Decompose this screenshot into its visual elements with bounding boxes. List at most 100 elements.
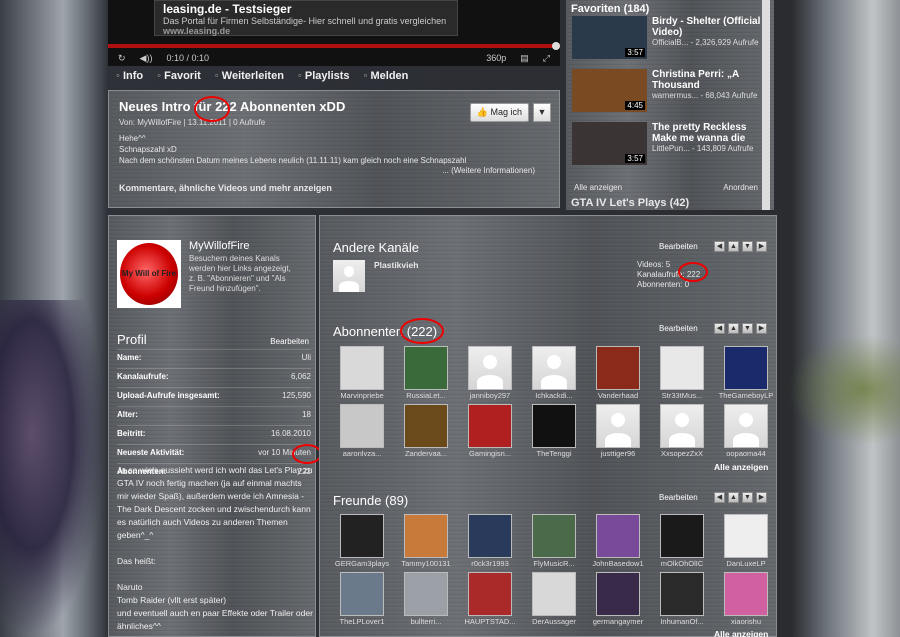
user-name[interactable]: bullterri... (397, 617, 455, 626)
user-name[interactable]: Tammy100131 (397, 559, 455, 568)
progress-bar[interactable] (108, 42, 560, 50)
user-avatar[interactable] (660, 514, 704, 558)
user-avatar[interactable] (532, 404, 576, 448)
user-avatar[interactable] (404, 404, 448, 448)
widescreen-icon[interactable]: ▤ (520, 53, 529, 64)
user-name[interactable]: Zandervaa... (397, 449, 455, 458)
subscriber-item[interactable]: oopaoma44 (717, 404, 775, 458)
favorites-header[interactable]: Favoriten (184) (566, 0, 774, 16)
user-avatar-placeholder[interactable] (532, 346, 576, 390)
ad-url[interactable]: www.leasing.de (163, 26, 449, 36)
user-avatar[interactable] (724, 346, 768, 390)
ad-overlay[interactable]: leasing.de - Testsieger Das Portal für F… (154, 0, 458, 36)
favorite-video-item[interactable]: 3:57 Birdy - Shelter (Official Video) Of… (572, 16, 764, 59)
pager-down-icon[interactable]: ▼ (742, 492, 753, 503)
user-avatar[interactable] (340, 514, 384, 558)
subscribers-edit[interactable]: Bearbeiten (659, 324, 698, 333)
pager-down-icon[interactable]: ▼ (742, 241, 753, 252)
user-avatar[interactable] (660, 346, 704, 390)
subscriber-item[interactable]: aaronlvza... (333, 404, 391, 458)
friend-item[interactable]: r0ck3r1993 (461, 514, 519, 568)
user-name[interactable]: r0ck3r1993 (461, 559, 519, 568)
user-avatar[interactable] (724, 572, 768, 616)
subscriber-item[interactable]: Gamingisn... (461, 404, 519, 458)
other-channel-avatar[interactable] (333, 260, 365, 292)
profile-edit-link[interactable]: Bearbeiten (270, 337, 309, 346)
pager-next-icon[interactable]: ▶ (756, 241, 767, 252)
user-name[interactable]: RussiaLet... (397, 391, 455, 400)
subscriber-item[interactable]: XxsopezZxX (653, 404, 711, 458)
user-avatar-placeholder[interactable] (596, 404, 640, 448)
friend-item[interactable]: DerAussager (525, 572, 583, 626)
user-avatar[interactable] (404, 572, 448, 616)
user-name[interactable]: XxsopezZxX (653, 449, 711, 458)
user-name[interactable]: Ichkackdi... (525, 391, 583, 400)
user-avatar[interactable] (468, 404, 512, 448)
tab-melden[interactable]: Melden (364, 70, 409, 88)
user-avatar[interactable] (340, 572, 384, 616)
favorite-video-item[interactable]: 3:57 The pretty Reckless Make me wanna d… (572, 122, 764, 165)
user-avatar[interactable] (596, 514, 640, 558)
pager-prev-icon[interactable]: ◀ (714, 492, 725, 503)
friend-item[interactable]: FlyMusicR... (525, 514, 583, 568)
other-channels-edit[interactable]: Bearbeiten (659, 242, 698, 251)
favorite-title[interactable]: The pretty Reckless Make me wanna die (652, 122, 764, 144)
user-avatar[interactable] (468, 514, 512, 558)
friend-item[interactable]: xiaorishu (717, 572, 775, 626)
user-name[interactable]: DerAussager (525, 617, 583, 626)
replay-icon[interactable]: ↻ (118, 53, 126, 64)
channel-name[interactable]: MyWillofFire (189, 240, 250, 252)
user-avatar[interactable] (340, 346, 384, 390)
user-name[interactable]: HAUPTSTAD... (461, 617, 519, 626)
friend-item[interactable]: InhumanOf... (653, 572, 711, 626)
user-name[interactable]: DanLuxeLP (717, 559, 775, 568)
video-player[interactable]: leasing.de - Testsieger Das Portal für F… (108, 0, 560, 66)
scrollbar[interactable] (762, 0, 770, 210)
user-name[interactable]: justtiger96 (589, 449, 647, 458)
favorite-thumbnail[interactable]: 3:57 (572, 16, 647, 59)
user-name[interactable]: GERGam3plays (333, 559, 391, 568)
user-avatar[interactable] (660, 572, 704, 616)
friend-item[interactable]: mOlkOhOlIC (653, 514, 711, 568)
user-avatar[interactable] (532, 572, 576, 616)
friend-item[interactable]: GERGam3plays (333, 514, 391, 568)
playlist-header[interactable]: GTA IV Let's Plays (42) (571, 197, 689, 209)
friend-item[interactable]: germangaymer (589, 572, 647, 626)
user-name[interactable]: Vanderhaad (589, 391, 647, 400)
friends-edit[interactable]: Bearbeiten (659, 493, 698, 502)
user-name[interactable]: aaronlvza... (333, 449, 391, 458)
friend-item[interactable]: DanLuxeLP (717, 514, 775, 568)
friends-show-all[interactable]: Alle anzeigen (714, 629, 768, 637)
subscriber-item[interactable]: TheTenggi (525, 404, 583, 458)
pager-next-icon[interactable]: ▶ (756, 492, 767, 503)
user-name[interactable]: Marvinpriebe (333, 391, 391, 400)
favorite-video-item[interactable]: 4:45 Christina Perri: „A Thousand warner… (572, 69, 764, 112)
subscriber-item[interactable]: TheGameboyLP (717, 346, 775, 400)
user-avatar[interactable] (468, 572, 512, 616)
more-info-link[interactable]: ... (Weitere Informationen) (119, 166, 535, 175)
tab-playlists[interactable]: Playlists (298, 70, 350, 88)
user-name[interactable]: xiaorishu (717, 617, 775, 626)
subscriber-item[interactable]: Ichkackdi... (525, 346, 583, 400)
pager-up-icon[interactable]: ▲ (728, 492, 739, 503)
pager-up-icon[interactable]: ▲ (728, 241, 739, 252)
tab-favorit[interactable]: Favorit (157, 70, 201, 88)
user-name[interactable]: TheLPLover1 (333, 617, 391, 626)
subscribers-show-all[interactable]: Alle anzeigen (714, 462, 768, 472)
subscriber-item[interactable]: RussiaLet... (397, 346, 455, 400)
friend-item[interactable]: bullterri... (397, 572, 455, 626)
other-channel-name[interactable]: Plastikvieh (374, 260, 418, 270)
favorite-title[interactable]: Christina Perri: „A Thousand (652, 69, 764, 91)
volume-icon[interactable]: ◀)) (140, 53, 153, 64)
user-avatar[interactable] (596, 346, 640, 390)
tab-info[interactable]: Info (116, 70, 143, 88)
dislike-button[interactable]: ▼ (533, 103, 551, 122)
subscriber-item[interactable]: Str33tMus... (653, 346, 711, 400)
user-name[interactable]: Str33tMus... (653, 391, 711, 400)
favorite-thumbnail[interactable]: 4:45 (572, 69, 647, 112)
user-name[interactable]: janniboy297 (461, 391, 519, 400)
user-avatar[interactable] (532, 514, 576, 558)
user-avatar[interactable] (596, 572, 640, 616)
favorites-show-all[interactable]: Alle anzeigen (574, 183, 622, 192)
user-avatar[interactable] (724, 514, 768, 558)
